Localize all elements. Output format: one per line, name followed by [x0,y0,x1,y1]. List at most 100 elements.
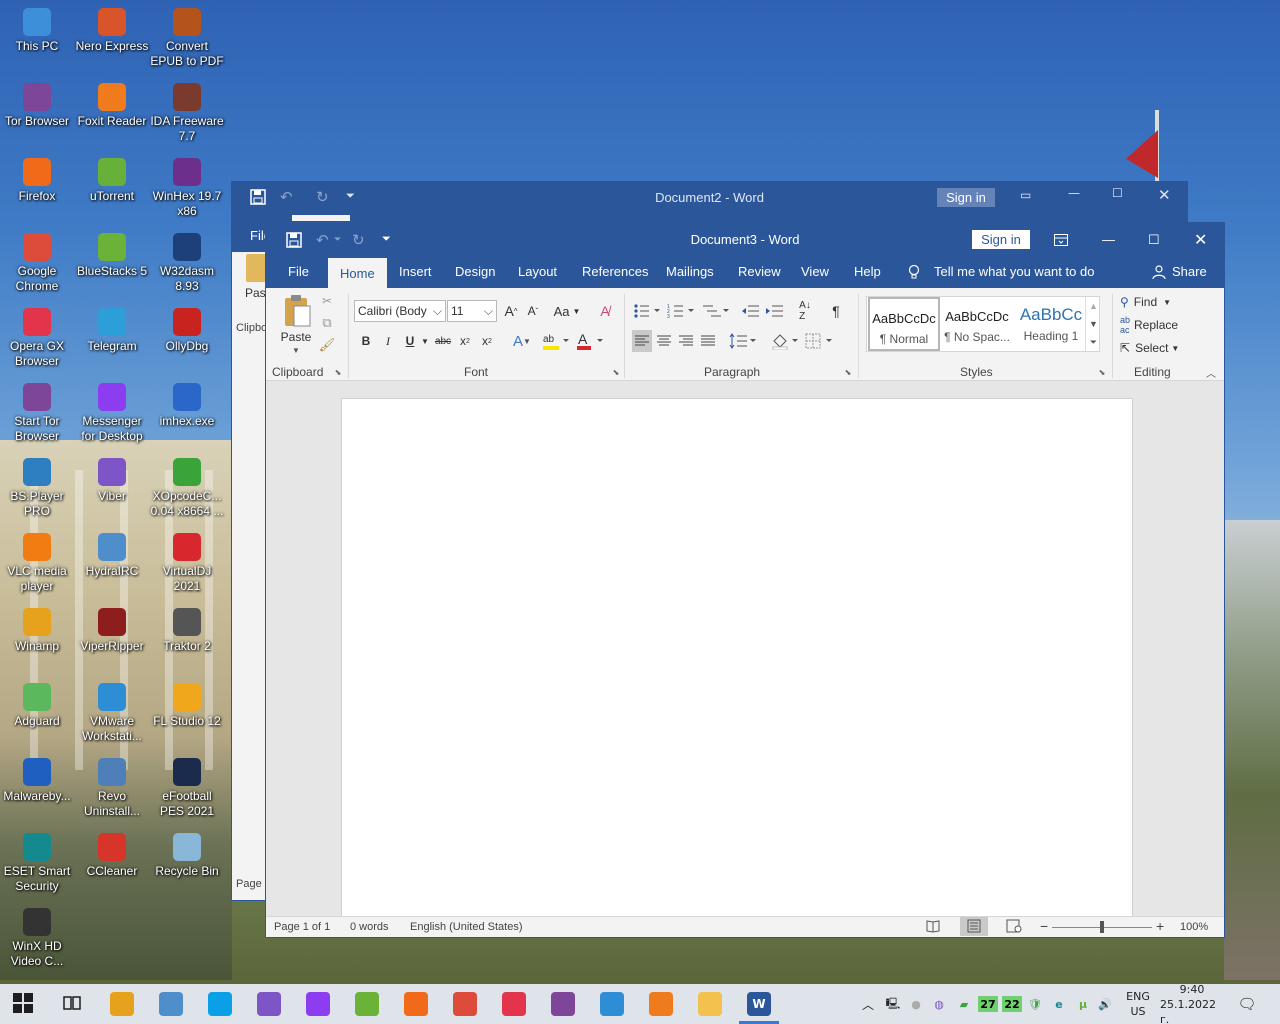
italic-icon[interactable]: I [380,330,396,352]
collapse-ribbon-icon[interactable]: ︿ [1204,366,1218,380]
bullets-icon[interactable] [632,300,662,322]
taskbar-tor-icon[interactable] [539,984,587,1024]
align-right-icon[interactable] [676,330,696,352]
desktop-icon[interactable]: FL Studio 12 [150,677,224,729]
maximize-icon[interactable]: ☐ [1112,186,1123,200]
align-center-icon[interactable] [654,330,674,352]
tab-view[interactable]: View [801,256,829,288]
desktop-icon[interactable]: XOpcodeC... 0.04 x8664 ... [150,452,224,519]
taskbar-task-view-icon[interactable] [49,984,97,1024]
align-left-icon[interactable] [632,330,652,352]
taskbar-hydrairc-icon[interactable] [147,984,195,1024]
tab-design[interactable]: Design [455,256,495,288]
read-mode-icon[interactable] [926,919,940,936]
desktop-icon[interactable]: Firefox [0,152,74,204]
sort-icon[interactable]: A↓ Z [794,300,816,322]
tab-mailings[interactable]: Mailings [666,256,714,288]
chevron-up-icon[interactable]: ︿ [860,984,876,1024]
title-bar[interactable]: ↶ ⏷ ↻ ⏷ Document3 - Word Sign in — ☐ ✕ [266,223,1224,256]
desktop-icon[interactable]: uTorrent [75,152,149,204]
desktop-icon[interactable]: imhex.exe [150,377,224,429]
tab-insert[interactable]: Insert [399,256,432,288]
desktop-icon[interactable]: Traktor 2 [150,602,224,654]
desktop-icon[interactable]: Malwareby... [0,752,74,804]
desktop-icon[interactable]: Google Chrome [0,227,74,294]
document-page[interactable] [341,398,1133,918]
shading-icon[interactable] [770,330,800,352]
bold-icon[interactable]: B [358,330,374,352]
language-indicator[interactable]: ENG US [1122,984,1154,1024]
viber-tray-icon[interactable]: ◍ [930,984,948,1024]
desktop-icon[interactable]: Adguard [0,677,74,729]
desktop-icon[interactable]: Nero Express [75,2,149,54]
tab-layout[interactable]: Layout [518,256,557,288]
highlight-color-icon[interactable]: ab [540,330,570,352]
web-layout-icon[interactable] [1006,919,1022,936]
tab-review[interactable]: Review [738,256,781,288]
desktop-icon[interactable]: W32dasm 8.93 [150,227,224,294]
taskbar-firefox-icon[interactable] [392,984,440,1024]
gpu-temp-badge[interactable]: 22 [1002,996,1022,1012]
chat-bubble-icon[interactable]: ● [908,984,924,1024]
eset-tray-icon[interactable]: e [1050,984,1068,1024]
notifications-icon[interactable]: 🗨 [1232,984,1262,1024]
taskbar-vmware-icon[interactable] [588,984,636,1024]
font-name-combo[interactable]: Calibri (Body ⌵ [354,300,446,322]
style-heading-1[interactable]: AaBbCc Heading 1 [1015,297,1087,353]
borders-icon[interactable] [804,330,834,352]
zoom-in-icon[interactable]: + [1156,918,1164,934]
format-painter-icon[interactable]: 🖌 [318,336,336,354]
desktop-icon[interactable]: HydraIRC [75,527,149,579]
style-no-spacing[interactable]: AaBbCcDc ¶ No Spac... [941,297,1013,353]
ribbon-display-icon[interactable]: ▭ [1020,188,1031,202]
desktop-icon[interactable]: Viber [75,452,149,504]
cut-icon[interactable]: ✂ [318,292,336,310]
sign-in-button[interactable]: Sign in [972,230,1030,249]
taskbar-start-button-icon[interactable] [0,984,48,1024]
minimize-icon[interactable]: — [1068,186,1080,200]
desktop-icon[interactable]: BlueStacks 5 [75,227,149,279]
paste-dropdown-icon[interactable]: ▼ [286,344,306,356]
taskbar-viber-icon[interactable] [245,984,293,1024]
print-layout-icon[interactable] [960,917,988,936]
line-spacing-icon[interactable] [728,330,758,352]
taskbar-foxit-icon[interactable] [637,984,685,1024]
tab-references[interactable]: References [582,256,648,288]
desktop-icon[interactable]: Winamp [0,602,74,654]
desktop-icon[interactable]: Start Tor Browser [0,377,74,444]
desktop-icon[interactable]: WinX HD Video C... [0,902,74,969]
taskbar-skype-icon[interactable] [196,984,244,1024]
change-case-button[interactable]: Aa ▼ [552,300,582,322]
desktop-icon[interactable]: Opera GX Browser [0,302,74,369]
desktop-icon[interactable]: IDA Freeware 7.7 [150,77,224,144]
word-count[interactable]: 0 words [350,921,389,933]
taskbar-messenger-icon[interactable] [294,984,342,1024]
styles-scroll-up-icon[interactable]: ▲ [1085,297,1101,315]
decrease-indent-icon[interactable] [740,300,760,322]
copy-icon[interactable]: ⧉ [318,314,336,332]
close-icon[interactable]: ✕ [1194,223,1207,256]
desktop-icon[interactable]: ESET Smart Security [0,827,74,894]
network-icon[interactable]: 🖳 [884,984,902,1024]
cpu-temp-badge[interactable]: 27 [978,996,998,1012]
share-button[interactable]: Share [1172,256,1207,288]
desktop-icon[interactable]: ViperRipper [75,602,149,654]
shrink-font-icon[interactable]: Aˇ [524,300,542,322]
tell-me-search[interactable]: Tell me what you want to do [934,256,1094,288]
clear-formatting-icon[interactable]: A̸ [594,300,616,322]
word-window-document3[interactable]: ↶ ⏷ ↻ ⏷ Document3 - Word Sign in — ☐ ✕ F… [265,222,1225,938]
subscript-icon[interactable]: x2 [456,330,474,352]
style-normal[interactable]: AaBbCcDc ¶ Normal [868,297,940,351]
taskbar-explorer-icon[interactable] [686,984,734,1024]
desktop-icon[interactable]: WinHex 19.7 x86 [150,152,224,219]
sign-in-button[interactable]: Sign in [937,188,995,207]
title-bar[interactable]: ↶ ↻ ⏷ Document2 - Word Sign in ▭ — ☐ ✕ [232,182,1187,214]
find-button[interactable]: ⚲ Find ▼ [1120,292,1190,312]
adguard-tray-icon[interactable]: 🛡 [1026,984,1044,1024]
paragraph-launcher-icon[interactable]: ⬊ [842,366,854,378]
underline-dropdown-icon[interactable]: ▼ [420,330,430,352]
desktop-icon[interactable]: VMware Workstati... [75,677,149,744]
font-color-icon[interactable]: A [574,330,604,352]
styles-scroll-down-icon[interactable]: ▼ [1085,315,1101,333]
show-formatting-marks-icon[interactable]: ¶ [826,300,846,322]
